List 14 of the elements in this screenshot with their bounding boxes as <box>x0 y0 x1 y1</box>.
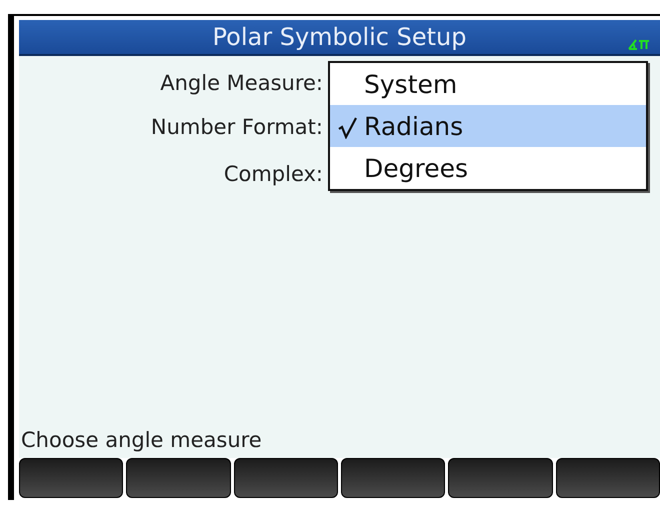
softkey[interactable] <box>19 458 124 498</box>
field-label: Angle Measure: <box>159 71 323 95</box>
field-label: Number Format: <box>150 115 323 139</box>
menu-item[interactable]: Radians <box>330 105 646 147</box>
field-label: Complex: <box>222 162 323 186</box>
checkmark-icon <box>338 117 358 139</box>
softkey[interactable] <box>126 458 231 498</box>
status-text: Choose angle measure <box>20 428 263 454</box>
softkey[interactable] <box>448 458 553 498</box>
softkey[interactable] <box>341 458 446 498</box>
window-title: Polar Symbolic Setup <box>212 23 466 51</box>
softkey[interactable] <box>234 458 338 498</box>
angle-pi-icon <box>628 38 650 50</box>
softkey[interactable] <box>556 458 660 498</box>
